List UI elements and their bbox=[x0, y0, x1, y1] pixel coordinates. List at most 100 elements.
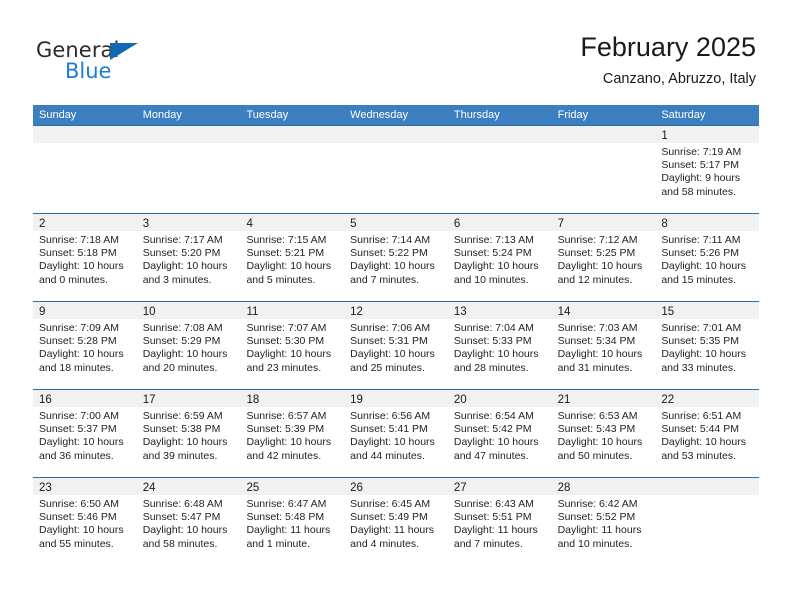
sunset-text: Sunset: 5:33 PM bbox=[453, 335, 532, 348]
day-number-band: 9 bbox=[33, 302, 137, 319]
sunset-text: Sunset: 5:42 PM bbox=[453, 423, 532, 436]
weekday-header-tuesday: Tuesday bbox=[246, 109, 289, 121]
sunset-text: Sunset: 5:20 PM bbox=[142, 247, 221, 260]
daylight-text-line2: and 15 minutes. bbox=[661, 273, 737, 286]
day-cell[interactable]: 22 Sunrise: 6:51 AM Sunset: 5:44 PM Dayl… bbox=[655, 390, 760, 477]
day-cell[interactable]: 25 Sunrise: 6:47 AM Sunset: 5:48 PM Dayl… bbox=[240, 478, 345, 565]
daylight-text-line1: Daylight: 10 hours bbox=[142, 348, 228, 361]
day-cell[interactable]: 3 Sunrise: 7:17 AM Sunset: 5:20 PM Dayli… bbox=[136, 214, 241, 301]
day-number-band: 14 bbox=[551, 302, 656, 319]
page-header: General Blue February 2025 Canzano, Abru… bbox=[0, 0, 792, 100]
daylight-text-line2: and 0 minutes. bbox=[39, 273, 108, 286]
day-cell[interactable] bbox=[655, 478, 760, 565]
title-block: February 2025 Canzano, Abruzzo, Italy bbox=[580, 30, 756, 90]
day-cell[interactable]: 1 Sunrise: 7:19 AM Sunset: 5:17 PM Dayli… bbox=[655, 126, 760, 213]
sunrise-text: Sunrise: 7:04 AM bbox=[453, 322, 534, 334]
day-number-band: 16 bbox=[33, 390, 137, 407]
day-cell[interactable]: 4 Sunrise: 7:15 AM Sunset: 5:21 PM Dayli… bbox=[240, 214, 345, 301]
day-number-band: 11 bbox=[240, 302, 345, 319]
sunrise-text: Sunrise: 7:15 AM bbox=[246, 234, 327, 246]
daylight-text-line1: Daylight: 10 hours bbox=[557, 260, 643, 273]
day-number: 7 bbox=[557, 218, 564, 230]
day-info: Sunrise: 7:08 AM Sunset: 5:29 PM Dayligh… bbox=[137, 319, 241, 375]
day-cell[interactable]: 27 Sunrise: 6:43 AM Sunset: 5:51 PM Dayl… bbox=[447, 478, 552, 565]
sunset-text: Sunset: 5:28 PM bbox=[39, 335, 117, 348]
sunrise-text: Sunrise: 6:57 AM bbox=[246, 410, 327, 422]
day-cell[interactable]: 14 Sunrise: 7:03 AM Sunset: 5:34 PM Dayl… bbox=[551, 302, 656, 389]
sunset-text: Sunset: 5:52 PM bbox=[557, 511, 636, 524]
sunrise-text: Sunrise: 7:19 AM bbox=[661, 146, 742, 158]
daylight-text-line1: Daylight: 10 hours bbox=[453, 348, 539, 361]
day-cell[interactable]: 13 Sunrise: 7:04 AM Sunset: 5:33 PM Dayl… bbox=[447, 302, 552, 389]
sunrise-text: Sunrise: 6:48 AM bbox=[142, 498, 223, 510]
day-number: 12 bbox=[350, 306, 363, 318]
daylight-text-line2: and 7 minutes. bbox=[350, 273, 420, 286]
sunset-text: Sunset: 5:22 PM bbox=[350, 247, 428, 260]
day-cell[interactable]: 8 Sunrise: 7:11 AM Sunset: 5:26 PM Dayli… bbox=[655, 214, 760, 301]
sunset-text: Sunset: 5:48 PM bbox=[246, 511, 325, 524]
day-cell[interactable]: 19 Sunrise: 6:56 AM Sunset: 5:41 PM Dayl… bbox=[344, 390, 448, 477]
day-cell[interactable]: 16 Sunrise: 7:00 AM Sunset: 5:37 PM Dayl… bbox=[33, 390, 137, 477]
sunrise-text: Sunrise: 7:00 AM bbox=[39, 410, 119, 422]
daylight-text-line1: Daylight: 10 hours bbox=[39, 524, 124, 537]
day-cell[interactable]: 9 Sunrise: 7:09 AM Sunset: 5:28 PM Dayli… bbox=[33, 302, 137, 389]
day-cell[interactable]: 6 Sunrise: 7:13 AM Sunset: 5:24 PM Dayli… bbox=[447, 214, 552, 301]
day-cell[interactable]: 26 Sunrise: 6:45 AM Sunset: 5:49 PM Dayl… bbox=[344, 478, 448, 565]
day-number: 15 bbox=[661, 306, 675, 318]
daylight-text-line1: Daylight: 10 hours bbox=[39, 436, 124, 449]
day-cell[interactable]: 18 Sunrise: 6:57 AM Sunset: 5:39 PM Dayl… bbox=[240, 390, 345, 477]
day-info: Sunrise: 6:51 AM Sunset: 5:44 PM Dayligh… bbox=[655, 407, 759, 463]
daylight-text-line2: and 25 minutes. bbox=[350, 361, 425, 374]
sunset-text: Sunset: 5:24 PM bbox=[453, 247, 532, 260]
daylight-text-line1: Daylight: 9 hours bbox=[661, 172, 741, 185]
day-cell[interactable] bbox=[240, 126, 345, 213]
day-cell[interactable]: 12 Sunrise: 7:06 AM Sunset: 5:31 PM Dayl… bbox=[344, 302, 448, 389]
day-cell[interactable]: 11 Sunrise: 7:07 AM Sunset: 5:30 PM Dayl… bbox=[240, 302, 345, 389]
day-cell[interactable] bbox=[136, 126, 241, 213]
day-number-band bbox=[33, 126, 137, 143]
daylight-text-line2: and 58 minutes. bbox=[661, 185, 737, 198]
sunrise-text: Sunrise: 7:13 AM bbox=[453, 234, 534, 246]
day-cell[interactable]: 5 Sunrise: 7:14 AM Sunset: 5:22 PM Dayli… bbox=[344, 214, 448, 301]
day-number-band bbox=[655, 478, 760, 495]
day-cell[interactable]: 10 Sunrise: 7:08 AM Sunset: 5:29 PM Dayl… bbox=[136, 302, 241, 389]
day-cell[interactable] bbox=[344, 126, 448, 213]
daylight-text-line2: and 53 minutes. bbox=[661, 449, 737, 462]
day-info: Sunrise: 6:43 AM Sunset: 5:51 PM Dayligh… bbox=[448, 495, 552, 551]
day-cell[interactable]: 7 Sunrise: 7:12 AM Sunset: 5:25 PM Dayli… bbox=[551, 214, 656, 301]
calendar-grid: Sunday Monday Tuesday Wednesday Thursday… bbox=[33, 105, 760, 565]
day-cell[interactable] bbox=[447, 126, 552, 213]
day-number-band: 2 bbox=[33, 214, 137, 231]
day-cell[interactable]: 24 Sunrise: 6:48 AM Sunset: 5:47 PM Dayl… bbox=[136, 478, 241, 565]
day-cell[interactable]: 15 Sunrise: 7:01 AM Sunset: 5:35 PM Dayl… bbox=[655, 302, 760, 389]
daylight-text-line1: Daylight: 10 hours bbox=[142, 260, 228, 273]
daylight-text-line1: Daylight: 10 hours bbox=[661, 436, 746, 449]
day-cell[interactable]: 21 Sunrise: 6:53 AM Sunset: 5:43 PM Dayl… bbox=[551, 390, 656, 477]
weekday-header-saturday: Saturday bbox=[661, 109, 706, 121]
daylight-text-line2: and 58 minutes. bbox=[142, 537, 218, 550]
day-cell[interactable]: 23 Sunrise: 6:50 AM Sunset: 5:46 PM Dayl… bbox=[33, 478, 137, 565]
daylight-text-line2: and 10 minutes. bbox=[453, 273, 529, 286]
day-number: 5 bbox=[350, 218, 357, 230]
day-cell[interactable] bbox=[33, 126, 137, 213]
day-number: 18 bbox=[246, 394, 260, 406]
day-info: Sunrise: 6:50 AM Sunset: 5:46 PM Dayligh… bbox=[33, 495, 137, 551]
day-cell[interactable]: 28 Sunrise: 6:42 AM Sunset: 5:52 PM Dayl… bbox=[551, 478, 656, 565]
day-number-band: 27 bbox=[447, 478, 552, 495]
day-cell[interactable]: 2 Sunrise: 7:18 AM Sunset: 5:18 PM Dayli… bbox=[33, 214, 137, 301]
day-cell[interactable]: 17 Sunrise: 6:59 AM Sunset: 5:38 PM Dayl… bbox=[136, 390, 241, 477]
day-cell[interactable]: 20 Sunrise: 6:54 AM Sunset: 5:42 PM Dayl… bbox=[447, 390, 552, 477]
day-cell[interactable] bbox=[551, 126, 656, 213]
day-number-band: 7 bbox=[551, 214, 656, 231]
daylight-text-line1: Daylight: 10 hours bbox=[350, 260, 435, 273]
daylight-text-line2: and 39 minutes. bbox=[142, 449, 218, 462]
sunrise-text: Sunrise: 7:18 AM bbox=[39, 234, 119, 246]
general-blue-logo[interactable]: General Blue bbox=[36, 38, 216, 86]
sunset-text: Sunset: 5:46 PM bbox=[39, 511, 117, 524]
day-number-band: 28 bbox=[551, 478, 656, 495]
day-number-band: 12 bbox=[344, 302, 448, 319]
daylight-text-line2: and 33 minutes. bbox=[661, 361, 737, 374]
day-number: 11 bbox=[246, 306, 259, 318]
day-info: Sunrise: 6:47 AM Sunset: 5:48 PM Dayligh… bbox=[240, 495, 344, 551]
daylight-text-line2: and 47 minutes. bbox=[453, 449, 529, 462]
